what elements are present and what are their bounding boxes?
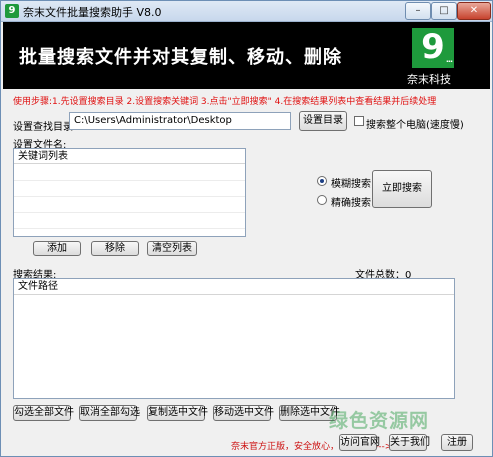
search-whole-pc-checkbox[interactable] xyxy=(354,116,364,126)
app-logo-icon: 9 xyxy=(5,4,19,18)
exact-search-label: 精确搜索 xyxy=(331,198,371,209)
move-selected-button[interactable]: 移动选中文件 xyxy=(213,405,274,421)
maximize-button[interactable]: □ xyxy=(431,2,457,20)
window-title: 奈末文件批量搜索助手 V8.0 xyxy=(23,6,162,19)
deselect-all-button[interactable]: 取消全部勾选 xyxy=(79,405,140,421)
title-bar[interactable]: 9 奈末文件批量搜索助手 V8.0 – □ ✕ xyxy=(1,1,492,22)
logo-dots-icon: ... xyxy=(445,55,453,64)
copy-selected-button[interactable]: 复制选中文件 xyxy=(147,405,208,421)
search-now-button[interactable]: 立即搜索 xyxy=(372,170,432,208)
results-list[interactable]: 文件路径 xyxy=(13,278,455,399)
keyword-list[interactable]: 关键词列表 xyxy=(13,148,246,237)
list-row-divider xyxy=(14,196,245,197)
select-all-button[interactable]: 勾选全部文件 xyxy=(13,405,74,421)
list-row-divider xyxy=(14,212,245,213)
results-list-header: 文件路径 xyxy=(14,279,454,295)
fuzzy-search-label: 模糊搜索 xyxy=(331,179,371,190)
visit-website-button[interactable]: 访问官网 xyxy=(339,434,380,451)
search-whole-pc-label: 搜索整个电脑(速度慢) xyxy=(366,120,464,131)
banner-heading: 批量搜索文件并对其复制、移动、删除 xyxy=(19,47,342,68)
search-dir-label: 设置查找目录: xyxy=(13,122,77,133)
about-us-button[interactable]: 关于我们 xyxy=(389,434,430,451)
brand-logo: 9 ... xyxy=(412,27,454,68)
search-dir-input[interactable]: C:\Users\Administrator\Desktop xyxy=(69,112,291,130)
app-window: 9 奈末文件批量搜索助手 V8.0 – □ ✕ 批量搜索文件并对其复制、移动、删… xyxy=(0,0,493,457)
register-button[interactable]: 注册 xyxy=(441,434,473,451)
watermark: 绿色资源网 xyxy=(329,410,430,432)
remove-keyword-button[interactable]: 移除 xyxy=(91,241,139,256)
minimize-button[interactable]: – xyxy=(405,2,431,20)
list-row-divider xyxy=(14,180,245,181)
add-keyword-button[interactable]: 添加 xyxy=(33,241,81,256)
set-directory-button[interactable]: 设置目录 xyxy=(299,111,347,131)
header-banner: 批量搜索文件并对其复制、移动、删除 9 ... 奈末科技 xyxy=(3,22,490,89)
close-button[interactable]: ✕ xyxy=(457,2,491,20)
clear-list-button[interactable]: 清空列表 xyxy=(147,241,197,256)
fuzzy-search-radio[interactable] xyxy=(317,176,327,186)
list-row-divider xyxy=(14,228,245,229)
keyword-list-header: 关键词列表 xyxy=(14,149,245,164)
usage-instructions: 使用步骤:1.先设置搜索目录 2.设置搜索关键词 3.点击"立即搜索" 4.在搜… xyxy=(13,97,437,107)
exact-search-radio[interactable] xyxy=(317,195,327,205)
brand-name: 奈末科技 xyxy=(407,73,451,86)
